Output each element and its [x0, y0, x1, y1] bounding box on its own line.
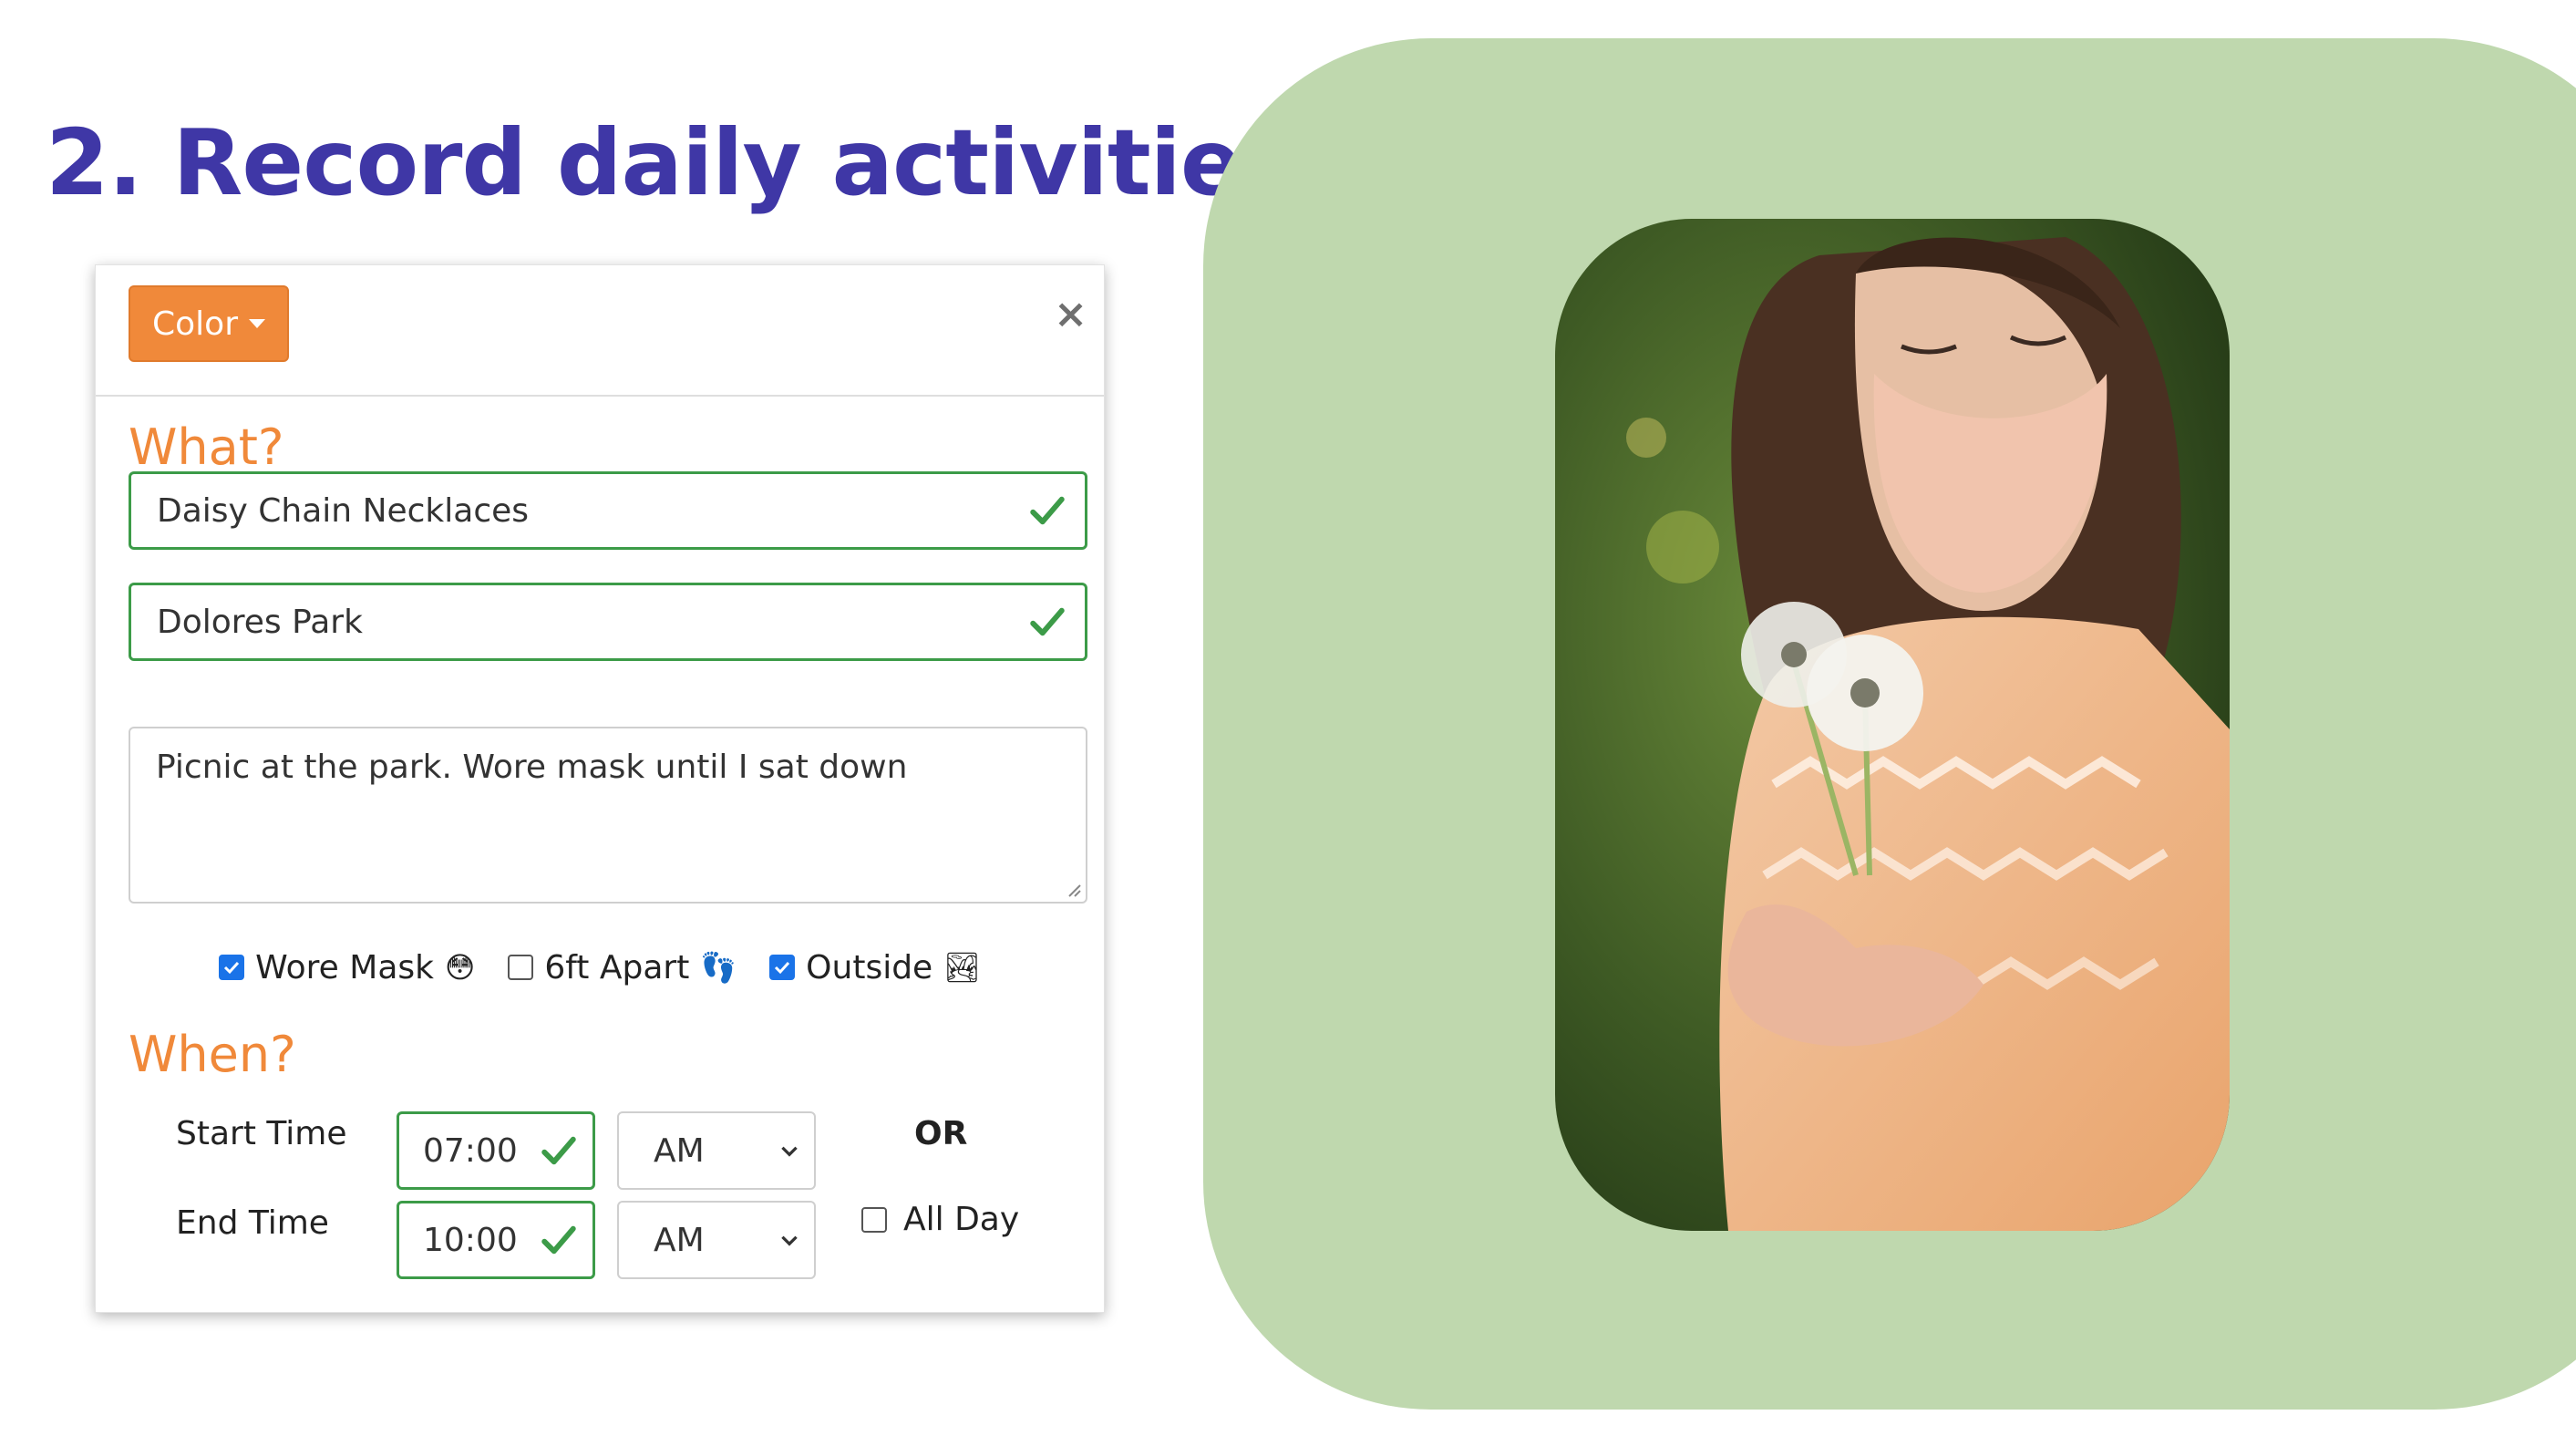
- chevron-down-icon: [781, 1146, 798, 1157]
- start-time-label: Start Time: [176, 1115, 347, 1152]
- wore-mask-checkbox[interactable]: Wore Mask 😳: [219, 949, 475, 986]
- all-day-checkbox[interactable]: All Day: [861, 1201, 1019, 1238]
- color-button-label: Color: [152, 305, 238, 343]
- start-ampm-value: AM: [654, 1131, 705, 1170]
- valid-check-icon: [1030, 496, 1065, 525]
- modal-header: Color ×: [96, 265, 1104, 397]
- resize-handle-icon[interactable]: [1064, 880, 1082, 898]
- photo-illustration: [1555, 219, 2230, 1231]
- end-time-input[interactable]: 10:00: [397, 1201, 595, 1279]
- wore-mask-label: Wore Mask: [255, 948, 434, 986]
- valid-check-icon: [1030, 607, 1065, 636]
- valid-check-icon: [541, 1225, 576, 1255]
- end-time-value: 10:00: [423, 1221, 518, 1259]
- checkbox-unchecked-icon[interactable]: [508, 955, 534, 980]
- checkbox-checked-icon[interactable]: [769, 955, 796, 980]
- checkbox-checked-icon[interactable]: [219, 955, 245, 980]
- end-ampm-select[interactable]: AM: [617, 1201, 816, 1279]
- all-day-label: All Day: [903, 1201, 1020, 1238]
- activity-input[interactable]: Daisy Chain Necklaces: [129, 471, 1087, 550]
- checkbox-unchecked-icon[interactable]: [861, 1206, 887, 1233]
- location-value: Dolores Park: [157, 603, 363, 641]
- valid-check-icon: [541, 1136, 576, 1165]
- start-time-value: 07:00: [423, 1131, 518, 1170]
- activity-flags: Wore Mask 😳 6ft Apart 👣 Outside 🏞: [96, 940, 1104, 995]
- color-dropdown-button[interactable]: Color: [129, 285, 289, 362]
- outside-label: Outside: [806, 948, 933, 986]
- notes-value: Picnic at the park. Wore mask until I sa…: [156, 749, 908, 786]
- park-emoji-icon: 🏞: [943, 950, 981, 985]
- activity-value: Daisy Chain Necklaces: [157, 491, 530, 530]
- page-title: 2. Record daily activities: [46, 109, 1295, 216]
- end-time-label: End Time: [176, 1204, 329, 1242]
- location-input[interactable]: Dolores Park: [129, 583, 1087, 661]
- chevron-down-icon: [781, 1235, 798, 1246]
- start-ampm-select[interactable]: AM: [617, 1111, 816, 1190]
- activity-form-modal: Color × What? Daisy Chain Necklaces Dolo…: [95, 264, 1105, 1313]
- mask-face-emoji-icon: 😳: [445, 950, 476, 985]
- start-time-input[interactable]: 07:00: [397, 1111, 595, 1190]
- six-ft-apart-checkbox[interactable]: 6ft Apart 👣: [508, 949, 737, 986]
- footprints-emoji-icon: 👣: [700, 950, 737, 985]
- close-icon[interactable]: ×: [1054, 291, 1087, 337]
- what-heading: What?: [129, 418, 284, 476]
- outside-checkbox[interactable]: Outside 🏞: [769, 949, 981, 986]
- when-heading: When?: [129, 1026, 296, 1083]
- six-ft-label: 6ft Apart: [544, 948, 690, 986]
- end-ampm-value: AM: [654, 1221, 705, 1259]
- slide: 2. Record daily activities Color × What?…: [0, 0, 2576, 1446]
- caret-down-icon: [249, 319, 265, 328]
- or-label: OR: [914, 1115, 968, 1152]
- girl-with-dandelions-photo: [1555, 219, 2230, 1231]
- notes-textarea[interactable]: Picnic at the park. Wore mask until I sa…: [129, 727, 1087, 904]
